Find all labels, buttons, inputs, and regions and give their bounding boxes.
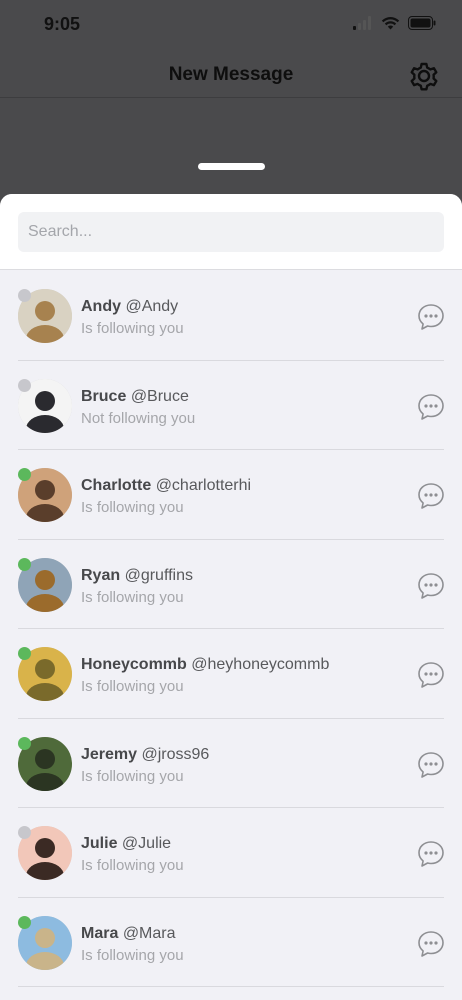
contact-name: Honeycommb [81,656,187,673]
follow-status: Is following you [81,857,184,874]
contact-handle: @charlotterhi [155,477,252,494]
battery-icon [408,16,436,30]
contact-name-line: Mara @Mara [81,925,176,943]
follow-status: Is following you [81,767,184,785]
presence-indicator [18,736,31,750]
contact-handle: @Andy [125,298,179,315]
list-item[interactable]: Bruce @Bruce Not following you [0,361,462,451]
contact-name: Jeremy [81,745,138,763]
contact-handle: @Mara [122,924,176,942]
contact-handle: @Bruce [130,387,189,405]
page-title: New Message [168,64,294,85]
contact-name: Charlotte [81,477,152,494]
presence-indicator [18,557,31,571]
status-bar: 9:05 [0,0,462,50]
follow-status: Is following you [81,499,184,516]
follow-status: Is following you [81,320,184,337]
list-item[interactable]: Charlotte @charlotterhi Is following you [0,450,462,540]
message-bubble-icon[interactable] [416,660,446,690]
message-bubble-icon[interactable] [416,750,446,780]
wifi-icon [381,17,400,30]
presence-indicator [18,647,31,660]
follow-status: Is following you [81,946,184,964]
presence-indicator [18,468,31,481]
status-icons [353,16,436,30]
presence-indicator [18,915,31,929]
message-bubble-icon[interactable] [416,839,446,869]
search-area [0,194,462,270]
message-bubble-icon[interactable] [416,481,446,511]
contact-handle: @jross96 [141,745,210,763]
follow-status: Not following you [81,409,196,427]
contact-name-line: Ryan @gruffins [81,567,193,585]
contact-name-line: Julie @Julie [81,835,171,853]
contact-name: Bruce [81,387,127,405]
contact-name-line: Bruce @Bruce [81,388,189,406]
follow-status: Is following you [81,588,184,606]
contact-handle: @gruffins [124,566,193,584]
contact-name-line: Andy @Andy [81,298,178,316]
contact-name: Ryan [81,566,121,584]
contact-name: Andy [81,298,121,315]
contact-name: Julie [81,835,118,852]
message-bubble-icon[interactable] [416,571,446,601]
nav-bar: New Message [0,50,462,98]
list-item[interactable]: Julie @Julie Is following you [0,808,462,898]
message-bubble-icon[interactable] [416,392,446,422]
list-item[interactable]: Mara @Mara Is following you [0,898,462,988]
new-message-sheet: Andy @Andy Is following you Bruce @Bruce… [0,194,462,1000]
message-bubble-icon[interactable] [416,929,446,959]
presence-indicator [18,289,31,302]
contact-name-line: Honeycommb @heyhoneycommb [81,656,329,674]
message-bubble-icon[interactable] [416,302,446,332]
follow-status: Is following you [81,678,184,695]
contact-name-line: Charlotte @charlotterhi [81,477,251,495]
contact-name: Mara [81,924,119,942]
list-item[interactable]: Honeycommb @heyhoneycommb Is following y… [0,629,462,719]
presence-indicator [18,378,31,392]
list-item[interactable]: Andy @Andy Is following you [0,271,462,361]
contact-list: Andy @Andy Is following you Bruce @Bruce… [0,271,462,987]
sheet-grabber[interactable] [198,163,265,170]
contact-handle: @Julie [121,835,172,852]
status-time: 9:05 [44,14,81,34]
list-item[interactable]: Ryan @gruffins Is following you [0,540,462,630]
gear-icon[interactable] [406,58,442,94]
signal-icon [353,16,371,30]
presence-indicator [18,826,31,839]
contact-name-line: Jeremy @jross96 [81,746,209,764]
search-input[interactable] [18,212,444,252]
contact-handle: @heyhoneycommb [191,656,330,673]
list-item[interactable]: Jeremy @jross96 Is following you [0,719,462,809]
